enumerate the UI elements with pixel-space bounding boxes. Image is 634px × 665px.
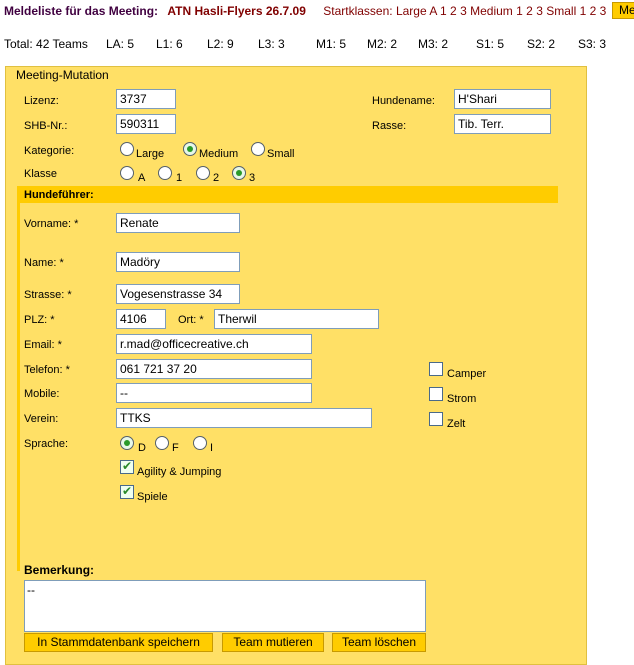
mobile-field[interactable]: -- <box>116 383 312 403</box>
rasse-label: Rasse: <box>372 120 407 132</box>
vorname-field[interactable]: Renate <box>116 213 240 233</box>
klasse-radio-a[interactable] <box>120 166 134 180</box>
zelt-checkbox[interactable] <box>429 412 443 426</box>
stat-s2: S2: 2 <box>527 37 556 51</box>
klasse-option-a: A <box>138 172 146 184</box>
stat-m2: M2: 2 <box>367 37 398 51</box>
name-field[interactable]: Madöry <box>116 252 240 272</box>
large-label: Large <box>395 4 427 18</box>
sprache-radio-f[interactable] <box>155 436 169 450</box>
hundename-field[interactable]: H'Shari <box>454 89 551 109</box>
vorname-label: Vorname: * <box>24 218 79 230</box>
stat-s3: S3: 3 <box>578 37 607 51</box>
klasse-option-3: 3 <box>249 172 256 184</box>
rasse-field[interactable]: Tib. Terr. <box>454 114 551 134</box>
mutate-team-button[interactable]: Team mutieren <box>222 633 324 652</box>
sprache-option-f: F <box>172 442 179 454</box>
stat-la: LA: 5 <box>106 37 135 51</box>
strom-label: Strom <box>447 393 477 405</box>
klasse-option-1: 1 <box>176 172 183 184</box>
name-label: Name: * <box>24 257 64 269</box>
ort-label: Ort: * <box>178 314 204 326</box>
class-link-s3[interactable]: 3 <box>600 4 607 18</box>
class-link-la[interactable]: A <box>429 4 436 18</box>
sprache-radio-d[interactable] <box>120 436 134 450</box>
side-button[interactable]: Me <box>612 2 634 19</box>
strasse-label: Strasse: * <box>24 289 72 301</box>
klasse-radio-2[interactable] <box>196 166 210 180</box>
plz-field[interactable]: 4106 <box>116 309 166 329</box>
kategorie-label: Kategorie: <box>24 145 75 157</box>
camper-label: Camper <box>447 368 487 380</box>
klasse-option-2: 2 <box>213 172 220 184</box>
stat-s1: S1: 5 <box>476 37 505 51</box>
klasse-label: Klasse <box>24 168 58 180</box>
kategorie-option-small: Small <box>267 148 295 160</box>
panel-legend: Meeting-Mutation <box>13 68 112 82</box>
shb-label: SHB-Nr.: <box>24 120 68 132</box>
strom-checkbox[interactable] <box>429 387 443 401</box>
ort-field[interactable]: Therwil <box>214 309 379 329</box>
class-link-s1[interactable]: 1 <box>580 4 587 18</box>
stat-total: Total: 42 Teams <box>4 37 88 51</box>
medium-label: Medium <box>470 4 513 18</box>
class-link-m2[interactable]: 2 <box>526 4 533 18</box>
stat-l3: L3: 3 <box>258 37 285 51</box>
agility-checkbox[interactable] <box>120 459 134 474</box>
spiele-checkbox[interactable] <box>120 484 134 499</box>
camper-checkbox[interactable] <box>429 362 443 376</box>
email-field[interactable]: r.mad@officecreative.ch <box>116 334 312 354</box>
sprache-option-d: D <box>138 442 146 454</box>
shb-field[interactable]: 590311 <box>116 114 176 134</box>
bemerkung-label: Bemerkung: <box>24 563 95 577</box>
mobile-label: Mobile: <box>24 388 60 400</box>
class-link-s2[interactable]: 2 <box>590 4 597 18</box>
stat-m1: M1: 5 <box>316 37 347 51</box>
save-to-database-button[interactable]: In Stammdatenbank speichern <box>24 633 213 652</box>
klasse-radio-3[interactable] <box>232 166 246 180</box>
class-link-m3[interactable]: 3 <box>536 4 543 18</box>
class-link-l1[interactable]: 1 <box>440 4 447 18</box>
email-label: Email: * <box>24 339 62 351</box>
telefon-field[interactable]: 061 721 37 20 <box>116 359 312 379</box>
zelt-label: Zelt <box>447 418 466 430</box>
delete-team-button[interactable]: Team löschen <box>332 633 426 652</box>
hundefuehrer-section-bar <box>17 186 558 203</box>
header-label: Meldeliste für das Meeting: <box>4 4 159 18</box>
class-link-l3[interactable]: 3 <box>460 4 467 18</box>
sprache-label: Sprache: <box>24 438 69 450</box>
section-left-border <box>17 203 20 571</box>
stat-l2: L2: 9 <box>207 37 234 51</box>
agility-label: Agility & Jumping <box>137 466 222 478</box>
meeting-header: Meldeliste für das Meeting: ATN Hasli-Fl… <box>4 4 606 18</box>
lizenz-field[interactable]: 3737 <box>116 89 176 109</box>
bemerkung-textarea[interactable]: -- <box>24 580 426 632</box>
sprache-radio-i[interactable] <box>193 436 207 450</box>
stat-l1: L1: 6 <box>156 37 183 51</box>
verein-label: Verein: <box>24 413 59 425</box>
kategorie-radio-large[interactable] <box>120 142 134 156</box>
kategorie-radio-medium[interactable] <box>183 142 197 156</box>
strasse-field[interactable]: Vogesenstrasse 34 <box>116 284 240 304</box>
lizenz-label: Lizenz: <box>24 95 59 107</box>
small-label: Small <box>546 4 577 18</box>
stat-m3: M3: 2 <box>418 37 449 51</box>
verein-field[interactable]: TTKS <box>116 408 372 428</box>
kategorie-radio-small[interactable] <box>251 142 265 156</box>
plz-label: PLZ: * <box>24 314 55 326</box>
meeting-name: ATN Hasli-Flyers 26.7.09 <box>167 4 306 18</box>
hundefuehrer-title: Hundeführer: <box>24 189 94 201</box>
class-link-l2[interactable]: 2 <box>450 4 457 18</box>
klasse-radio-1[interactable] <box>158 166 172 180</box>
startklassen-label: Startklassen: <box>323 4 393 18</box>
hundename-label: Hundename: <box>372 95 435 107</box>
sprache-option-i: I <box>210 442 214 454</box>
kategorie-option-medium: Medium <box>199 148 239 160</box>
spiele-label: Spiele <box>137 491 168 503</box>
telefon-label: Telefon: * <box>24 364 70 376</box>
kategorie-option-large: Large <box>136 148 165 160</box>
class-link-m1[interactable]: 1 <box>516 4 523 18</box>
